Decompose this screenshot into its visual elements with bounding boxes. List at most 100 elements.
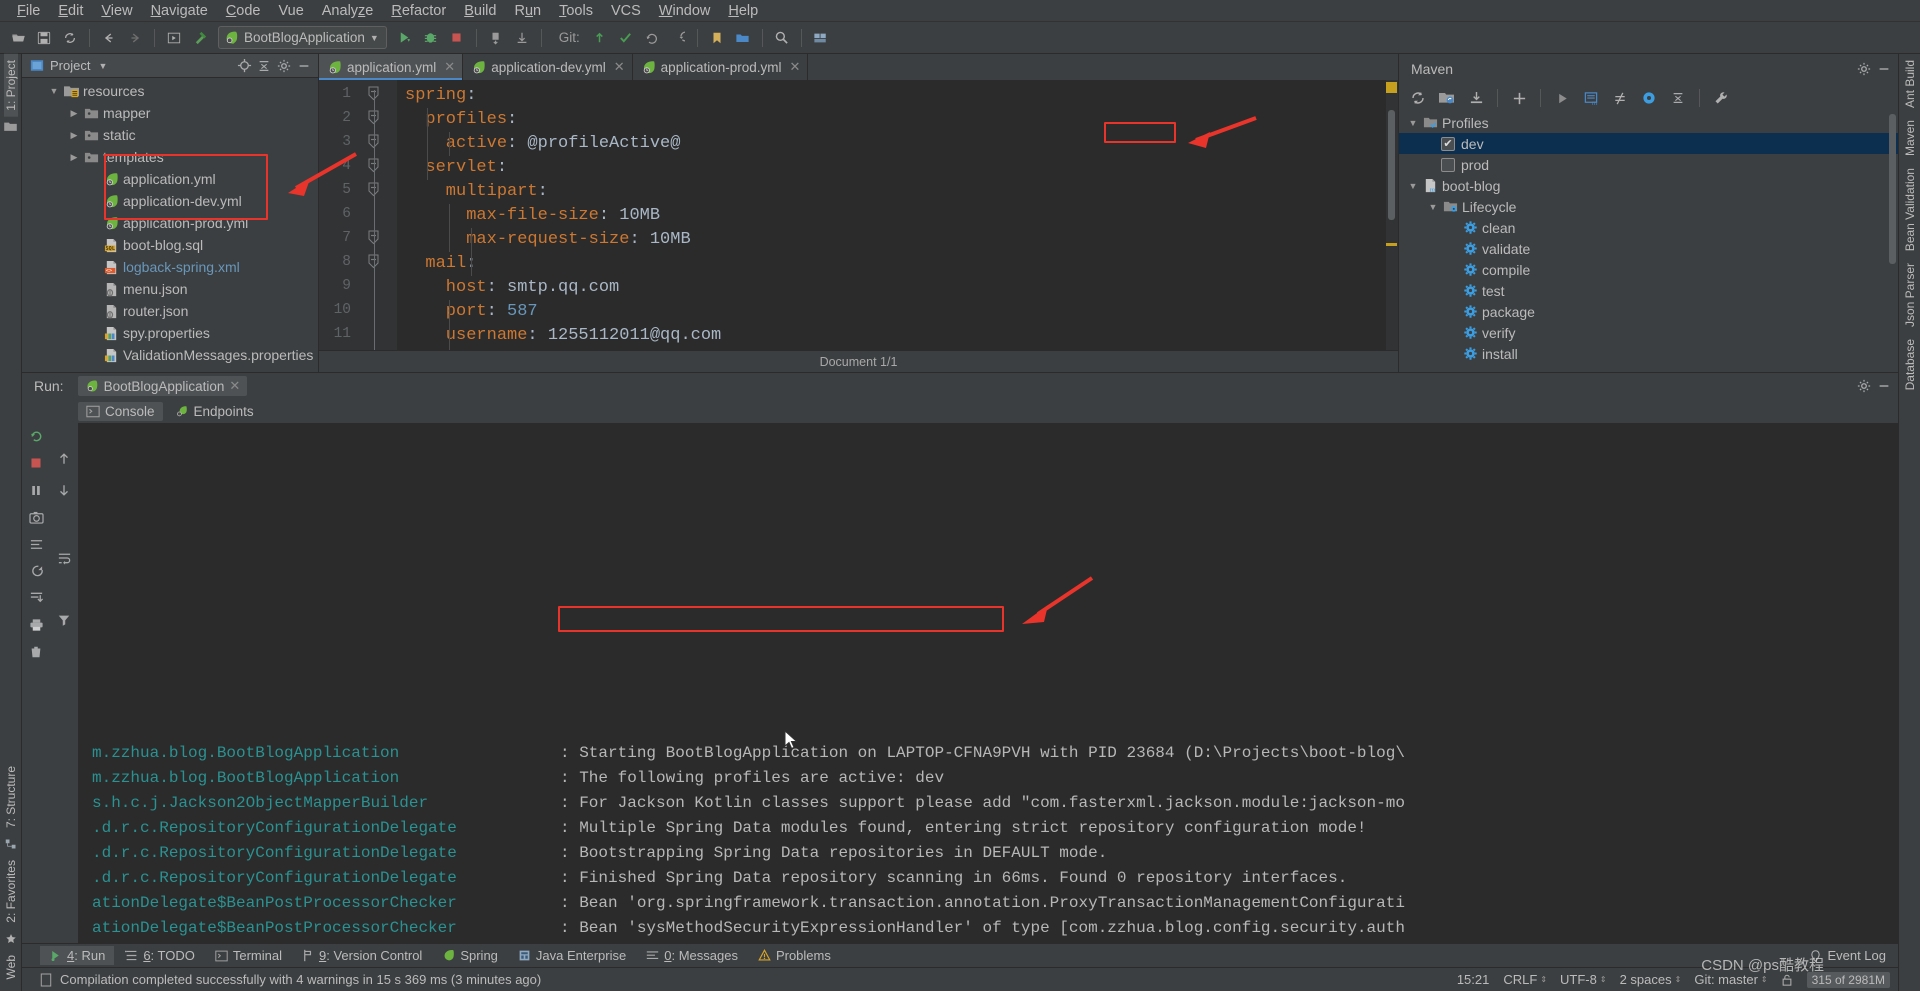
chevron-updown-icon[interactable]: ⇕ [1540, 975, 1547, 984]
settings-wrench-icon[interactable] [1708, 87, 1734, 109]
menu-item-refactor[interactable]: Refactor [382, 0, 455, 22]
tool-window-button-java-enterprise[interactable]: Java Enterprise [509, 946, 635, 965]
pause-icon[interactable] [26, 481, 46, 499]
show-effective-pom-icon[interactable]: m [1578, 87, 1604, 109]
chevron-down-icon[interactable]: ▼ [1405, 118, 1421, 128]
editor-scrollbar[interactable] [1388, 110, 1395, 220]
editor-tab-application-dev-yml[interactable]: application-dev.yml ✕ [463, 54, 633, 80]
error-stripe-marker-column[interactable] [1386, 80, 1398, 350]
tree-node-static[interactable]: ▶ static [22, 124, 318, 146]
close-icon[interactable]: ✕ [614, 59, 625, 75]
sync-icon[interactable] [58, 26, 82, 50]
build-hammer-icon[interactable] [188, 26, 212, 50]
tool-window-button-spring[interactable]: Spring [433, 946, 507, 965]
open-module-icon[interactable] [731, 26, 755, 50]
layout-icon[interactable] [809, 26, 833, 50]
menu-item-help[interactable]: Help [719, 0, 767, 22]
maven-node-compile[interactable]: compile [1399, 259, 1898, 280]
chevron-updown-icon[interactable]: ⇕ [1761, 975, 1768, 984]
bookmark-icon[interactable] [705, 26, 729, 50]
editor-gutter[interactable]: 1 2 3 4 5 6 7 8 9 10 11 [319, 80, 397, 350]
run-icon[interactable] [1549, 87, 1575, 109]
close-icon[interactable]: ✕ [229, 378, 240, 394]
console-tab-endpoints[interactable]: Endpoints [167, 402, 262, 421]
gear-icon[interactable] [274, 56, 294, 76]
project-folder-icon[interactable] [4, 121, 17, 132]
maven-node-verify[interactable]: verify [1399, 322, 1898, 343]
sidebar-item-project[interactable]: 1: Project [3, 54, 18, 117]
tree-node-validationmessages-properties[interactable]: ValidationMessages.properties [22, 344, 318, 366]
restore-layout-icon[interactable] [26, 562, 46, 580]
run-anything-icon[interactable] [162, 26, 186, 50]
menu-item-navigate[interactable]: Navigate [142, 0, 217, 22]
tree-node-application-prod-yml[interactable]: application-prod.yml [22, 212, 318, 234]
toggle-skip-tests-icon[interactable] [1607, 87, 1633, 109]
minimize-icon[interactable] [294, 56, 314, 76]
camera-icon[interactable] [26, 508, 46, 526]
tool-window-button-4-run[interactable]: 4: Run [40, 946, 115, 965]
history-icon[interactable] [640, 26, 664, 50]
sidebar-item-structure[interactable]: 7: Structure [4, 760, 18, 834]
menu-item-analyze[interactable]: Analyze [313, 0, 383, 22]
generate-sources-icon[interactable] [1434, 87, 1460, 109]
tree-node-resources[interactable]: ▼ resources [22, 80, 318, 102]
soft-wrap-icon[interactable] [54, 549, 74, 567]
menu-item-view[interactable]: View [92, 0, 141, 22]
star-icon[interactable] [5, 933, 17, 945]
menu-item-vcs[interactable]: VCS [602, 0, 650, 22]
tree-node-boot-blog-sql[interactable]: SQL boot-blog.sql [22, 234, 318, 256]
reimport-icon[interactable] [1405, 87, 1431, 109]
run-configuration-selector[interactable]: BootBlogApplication ▼ [218, 26, 387, 49]
locate-icon[interactable] [234, 56, 254, 76]
tree-node-router-json[interactable]: router.json [22, 300, 318, 322]
install-icon[interactable] [484, 26, 508, 50]
editor-tab-application-prod-yml[interactable]: application-prod.yml ✕ [632, 54, 809, 80]
checkbox-unchecked[interactable] [1441, 157, 1455, 172]
save-all-icon[interactable] [32, 26, 56, 50]
tree-node-menu-json[interactable]: menu.json [22, 278, 318, 300]
tool-window-button-terminal[interactable]: Terminal [206, 946, 291, 965]
minimize-icon[interactable] [1874, 376, 1894, 396]
close-icon[interactable]: ✕ [444, 59, 455, 75]
run-icon[interactable] [393, 26, 417, 50]
rerun-icon[interactable] [26, 427, 46, 445]
maven-node-install[interactable]: install [1399, 343, 1898, 364]
update-project-icon[interactable] [510, 26, 534, 50]
chevron-down-icon[interactable]: ▼ [370, 33, 379, 43]
tree-node-spy-properties[interactable]: spy.properties [22, 322, 318, 344]
forward-arrow-icon[interactable] [123, 26, 147, 50]
down-icon[interactable] [54, 481, 74, 499]
maven-tree[interactable]: ▼ Profiles ✔ dev prod ▼ m boot-blog ▼ Lifecycle cl… [1399, 112, 1898, 372]
maven-node-validate[interactable]: validate [1399, 238, 1898, 259]
chevron-down-icon[interactable]: ▼ [1425, 202, 1441, 212]
code-text[interactable]: spring: profiles: active: @profileActive… [397, 80, 1386, 350]
indent-selector[interactable]: 2 spaces ⇕ [1620, 972, 1682, 987]
sidebar-item-web[interactable]: Web [4, 949, 18, 985]
menu-item-window[interactable]: Window [650, 0, 720, 22]
chevron-right-icon[interactable]: ▶ [66, 130, 82, 141]
maven-node-prod[interactable]: prod [1399, 154, 1898, 175]
chevron-down-icon[interactable]: ▼ [1405, 181, 1421, 191]
add-icon[interactable] [1506, 87, 1532, 109]
tool-window-button-0-messages[interactable]: 0: Messages [637, 946, 747, 965]
clear-all-icon[interactable] [26, 643, 46, 661]
code-viewport[interactable]: 1 2 3 4 5 6 7 8 9 10 11 spring: profiles: active: … [319, 80, 1398, 350]
download-sources-icon[interactable] [1463, 87, 1489, 109]
minimize-icon[interactable] [1874, 59, 1894, 79]
update-icon[interactable] [588, 26, 612, 50]
console-output[interactable]: m.zzhua.blog.BootBlogApplication: Starti… [78, 423, 1898, 943]
console-tab-console[interactable]: Console [78, 401, 163, 421]
line-separator-selector[interactable]: CRLF ⇕ [1503, 972, 1547, 987]
menu-item-code[interactable]: Code [217, 0, 270, 22]
chevron-down-icon[interactable]: ▼ [46, 86, 62, 96]
stop-icon[interactable] [26, 454, 46, 472]
tool-window-button-problems[interactable]: Problems [749, 946, 840, 965]
maven-node-dev[interactable]: ✔ dev [1399, 133, 1898, 154]
thread-dump-icon[interactable] [26, 535, 46, 553]
rollback-icon[interactable] [666, 26, 690, 50]
project-tree[interactable]: ▼ resources ▶ mapper ▶ static ▶ templates applic… [22, 78, 318, 372]
sidebar-item-maven[interactable]: Maven [1903, 114, 1917, 162]
menu-item-build[interactable]: Build [455, 0, 505, 22]
close-icon[interactable]: ✕ [789, 59, 800, 75]
back-arrow-icon[interactable] [97, 26, 121, 50]
